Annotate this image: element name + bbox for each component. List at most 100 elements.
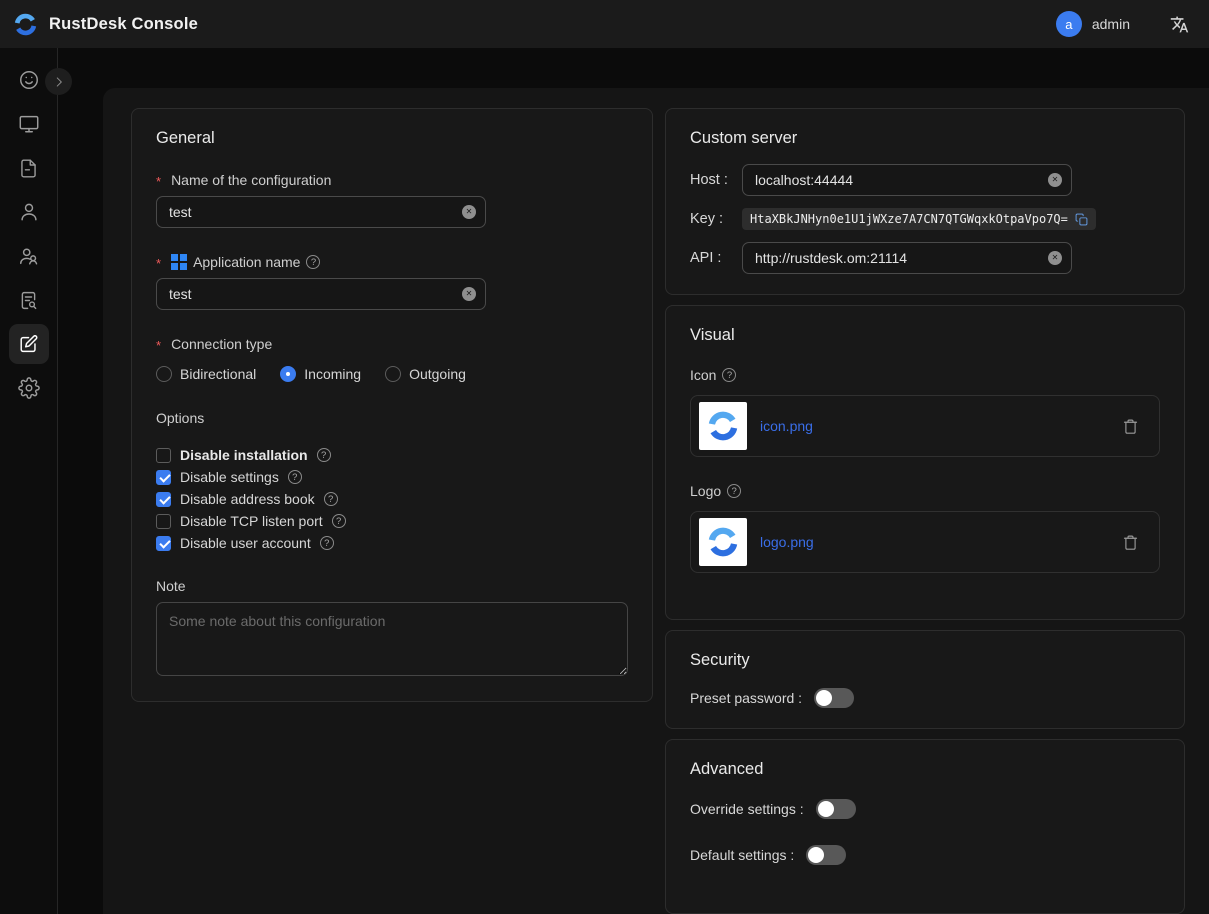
preset-password-row: Preset password : [690, 688, 1160, 708]
checkbox-icon[interactable] [156, 448, 171, 463]
copy-icon[interactable] [1075, 213, 1088, 226]
override-settings-toggle[interactable] [816, 799, 856, 819]
preset-password-label: Preset password : [690, 690, 802, 706]
options-label: Options [156, 410, 628, 426]
override-settings-label: Override settings : [690, 801, 804, 817]
checkbox-disable-settings[interactable]: Disable settings [156, 466, 628, 488]
sidebar-item-settings[interactable] [9, 368, 49, 408]
rustdesk-logo-icon [12, 11, 39, 38]
audit-log-icon [18, 290, 39, 311]
help-icon[interactable] [306, 255, 320, 269]
checkbox-disable-installation[interactable]: Disable installation [156, 444, 628, 466]
radio-icon[interactable] [156, 366, 172, 382]
help-icon[interactable] [320, 536, 334, 550]
help-icon[interactable] [288, 470, 302, 484]
icon-file-link[interactable]: icon.png [760, 418, 813, 434]
help-icon[interactable] [324, 492, 338, 506]
override-settings-row: Override settings : [690, 799, 1160, 819]
translate-icon[interactable] [1170, 15, 1189, 34]
clear-icon[interactable] [1048, 173, 1062, 187]
checkbox-icon[interactable] [156, 492, 171, 507]
icon-file-thumbnail [699, 402, 747, 450]
custom-server-card: Custom server Host : Key : HtaXBkJNHyn0e… [665, 108, 1185, 295]
key-value: HtaXBkJNHyn0e1U1jWXze7A7CN7QTGWqxkOtpaVp… [750, 212, 1068, 226]
checkbox-icon[interactable] [156, 536, 171, 551]
edit-custom-client-icon [18, 333, 40, 355]
checkbox-disable-address-book[interactable]: Disable address book [156, 488, 628, 510]
users-icon [18, 245, 40, 267]
avatar[interactable]: a [1056, 11, 1082, 37]
checkbox-icon[interactable] [156, 470, 171, 485]
general-title: General [156, 129, 628, 148]
checkbox-icon[interactable] [156, 514, 171, 529]
clear-icon[interactable] [1048, 251, 1062, 265]
host-field [742, 164, 1072, 196]
sidebar-item-dashboard[interactable] [9, 60, 49, 100]
default-settings-row: Default settings : [690, 845, 1160, 865]
checkbox-disable-tcp-listen-port[interactable]: Disable TCP listen port [156, 510, 628, 532]
note-textarea[interactable] [156, 602, 628, 676]
custom-server-title: Custom server [690, 129, 1160, 148]
logo-file-thumbnail [699, 518, 747, 566]
sidebar-item-devices[interactable] [9, 104, 49, 144]
document-icon [18, 158, 39, 179]
radio-outgoing[interactable]: Outgoing [385, 366, 466, 382]
trash-icon[interactable] [1122, 534, 1139, 551]
radio-bidirectional[interactable]: Bidirectional [156, 366, 256, 382]
windows-logo-icon [171, 254, 187, 270]
sidebar-item-groups[interactable] [9, 236, 49, 276]
devices-icon [18, 113, 40, 135]
sidebar-collapse-button[interactable] [45, 68, 72, 95]
default-settings-toggle[interactable] [806, 845, 846, 865]
application-name-label: Application name [156, 254, 628, 270]
options-group: Disable installation Disable settings Di… [156, 444, 628, 554]
clear-icon[interactable] [462, 287, 476, 301]
note-label: Note [156, 578, 628, 594]
sidebar-item-users[interactable] [9, 192, 49, 232]
visual-card: Visual Icon icon.png [665, 305, 1185, 620]
radio-icon[interactable] [280, 366, 296, 382]
advanced-title: Advanced [690, 760, 1160, 779]
default-settings-label: Default settings : [690, 847, 794, 863]
application-name-field [156, 278, 486, 310]
clear-icon[interactable] [462, 205, 476, 219]
security-card: Security Preset password : [665, 630, 1185, 729]
api-input[interactable] [755, 250, 1041, 266]
key-value-chip: HtaXBkJNHyn0e1U1jWXze7A7CN7QTGWqxkOtpaVp… [742, 208, 1096, 230]
user-icon [18, 201, 40, 223]
logo-label: Logo [690, 483, 1160, 499]
key-row: Key : HtaXBkJNHyn0e1U1jWXze7A7CN7QTGWqxk… [690, 208, 1160, 230]
help-icon[interactable] [722, 368, 736, 382]
shell: General Name of the configuration Applic… [0, 48, 1209, 914]
radio-icon[interactable] [385, 366, 401, 382]
radio-incoming[interactable]: Incoming [280, 366, 361, 382]
preset-password-toggle[interactable] [814, 688, 854, 708]
help-icon[interactable] [317, 448, 331, 462]
host-row: Host : [690, 164, 1160, 196]
app-title: RustDesk Console [49, 15, 198, 34]
advanced-card: Advanced Override settings : Default set… [665, 739, 1185, 914]
api-row: API : [690, 242, 1160, 274]
host-input[interactable] [755, 172, 1041, 188]
application-name-input[interactable] [169, 286, 455, 302]
sidebar-item-documents[interactable] [9, 148, 49, 188]
icon-file-row: icon.png [690, 395, 1160, 457]
checkbox-disable-user-account[interactable]: Disable user account [156, 532, 628, 554]
api-field [742, 242, 1072, 274]
configuration-name-input[interactable] [169, 204, 455, 220]
sidebar [0, 48, 58, 914]
help-icon[interactable] [332, 514, 346, 528]
logo-file-link[interactable]: logo.png [760, 534, 814, 550]
sidebar-item-audit[interactable] [9, 280, 49, 320]
username[interactable]: admin [1092, 16, 1130, 32]
sidebar-item-custom-clients[interactable] [9, 324, 49, 364]
security-title: Security [690, 651, 1160, 670]
key-label: Key : [690, 211, 742, 227]
trash-icon[interactable] [1122, 418, 1139, 435]
smiley-icon [18, 69, 40, 91]
main-content: General Name of the configuration Applic… [103, 88, 1209, 914]
name-of-configuration-label: Name of the configuration [156, 172, 628, 188]
settings-icon [18, 377, 40, 399]
general-card: General Name of the configuration Applic… [131, 108, 653, 702]
help-icon[interactable] [727, 484, 741, 498]
